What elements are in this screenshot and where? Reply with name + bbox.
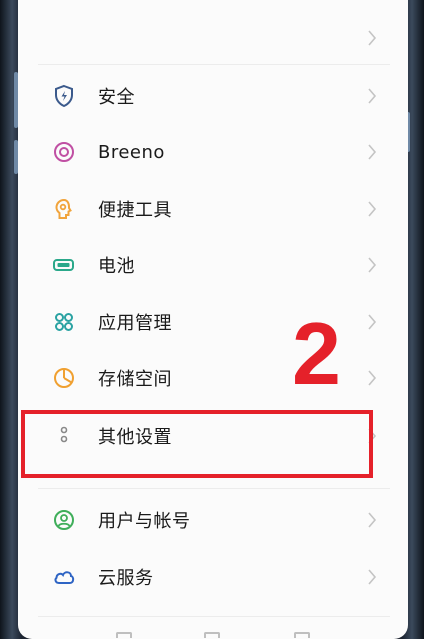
cloud-icon [52,565,76,589]
tools-icon [52,197,76,221]
chevron-right-icon [366,143,378,161]
apps-icon [52,310,76,334]
chevron-right-icon [366,511,378,529]
battery-icon [52,253,76,277]
storage-icon [52,366,76,390]
divider [38,616,390,617]
settings-item-label: 安全 [98,87,135,108]
settings-item-cloud[interactable]: 云服务 [18,549,408,605]
settings-screen: 安全 Breeno 便捷工具 电池 应用管理 存储空间 其他设置 用户与帐号 云… [18,0,408,639]
user-icon [52,508,76,532]
breeno-icon [52,140,76,164]
settings-item-label: 用户与帐号 [98,511,191,532]
nav-recent-icon[interactable] [294,632,310,638]
chevron-right-icon [366,568,378,586]
divider [38,488,390,489]
settings-item-label: Breeno [98,141,165,163]
chevron-right-icon [366,369,378,387]
settings-item-battery[interactable]: 电池 [18,237,408,293]
settings-item-app-management[interactable]: 应用管理 [18,294,408,350]
step-number: 2 [292,304,341,403]
settings-item-label: 电池 [98,256,135,277]
chevron-right-icon [366,313,378,331]
divider [38,64,390,65]
shield-icon [52,84,76,108]
settings-item-breeno[interactable]: Breeno [18,124,408,180]
settings-item-storage[interactable]: 存储空间 [18,350,408,406]
settings-item-security[interactable]: 安全 [18,68,408,124]
nav-back-icon[interactable] [116,632,132,638]
settings-item-label: 云服务 [98,568,154,589]
settings-item-top[interactable] [18,10,408,66]
settings-item-label: 存储空间 [98,369,172,390]
nav-home-icon[interactable] [204,632,220,638]
settings-item-tools[interactable]: 便捷工具 [18,181,408,237]
chevron-right-icon [366,200,378,218]
chevron-right-icon [366,29,378,47]
bottom-nav-bar [18,628,408,639]
settings-item-user-accounts[interactable]: 用户与帐号 [18,492,408,548]
chevron-right-icon [366,87,378,105]
settings-item-label: 应用管理 [98,313,172,334]
highlight-box [21,410,373,478]
chevron-right-icon [366,256,378,274]
settings-item-label: 便捷工具 [98,200,172,221]
